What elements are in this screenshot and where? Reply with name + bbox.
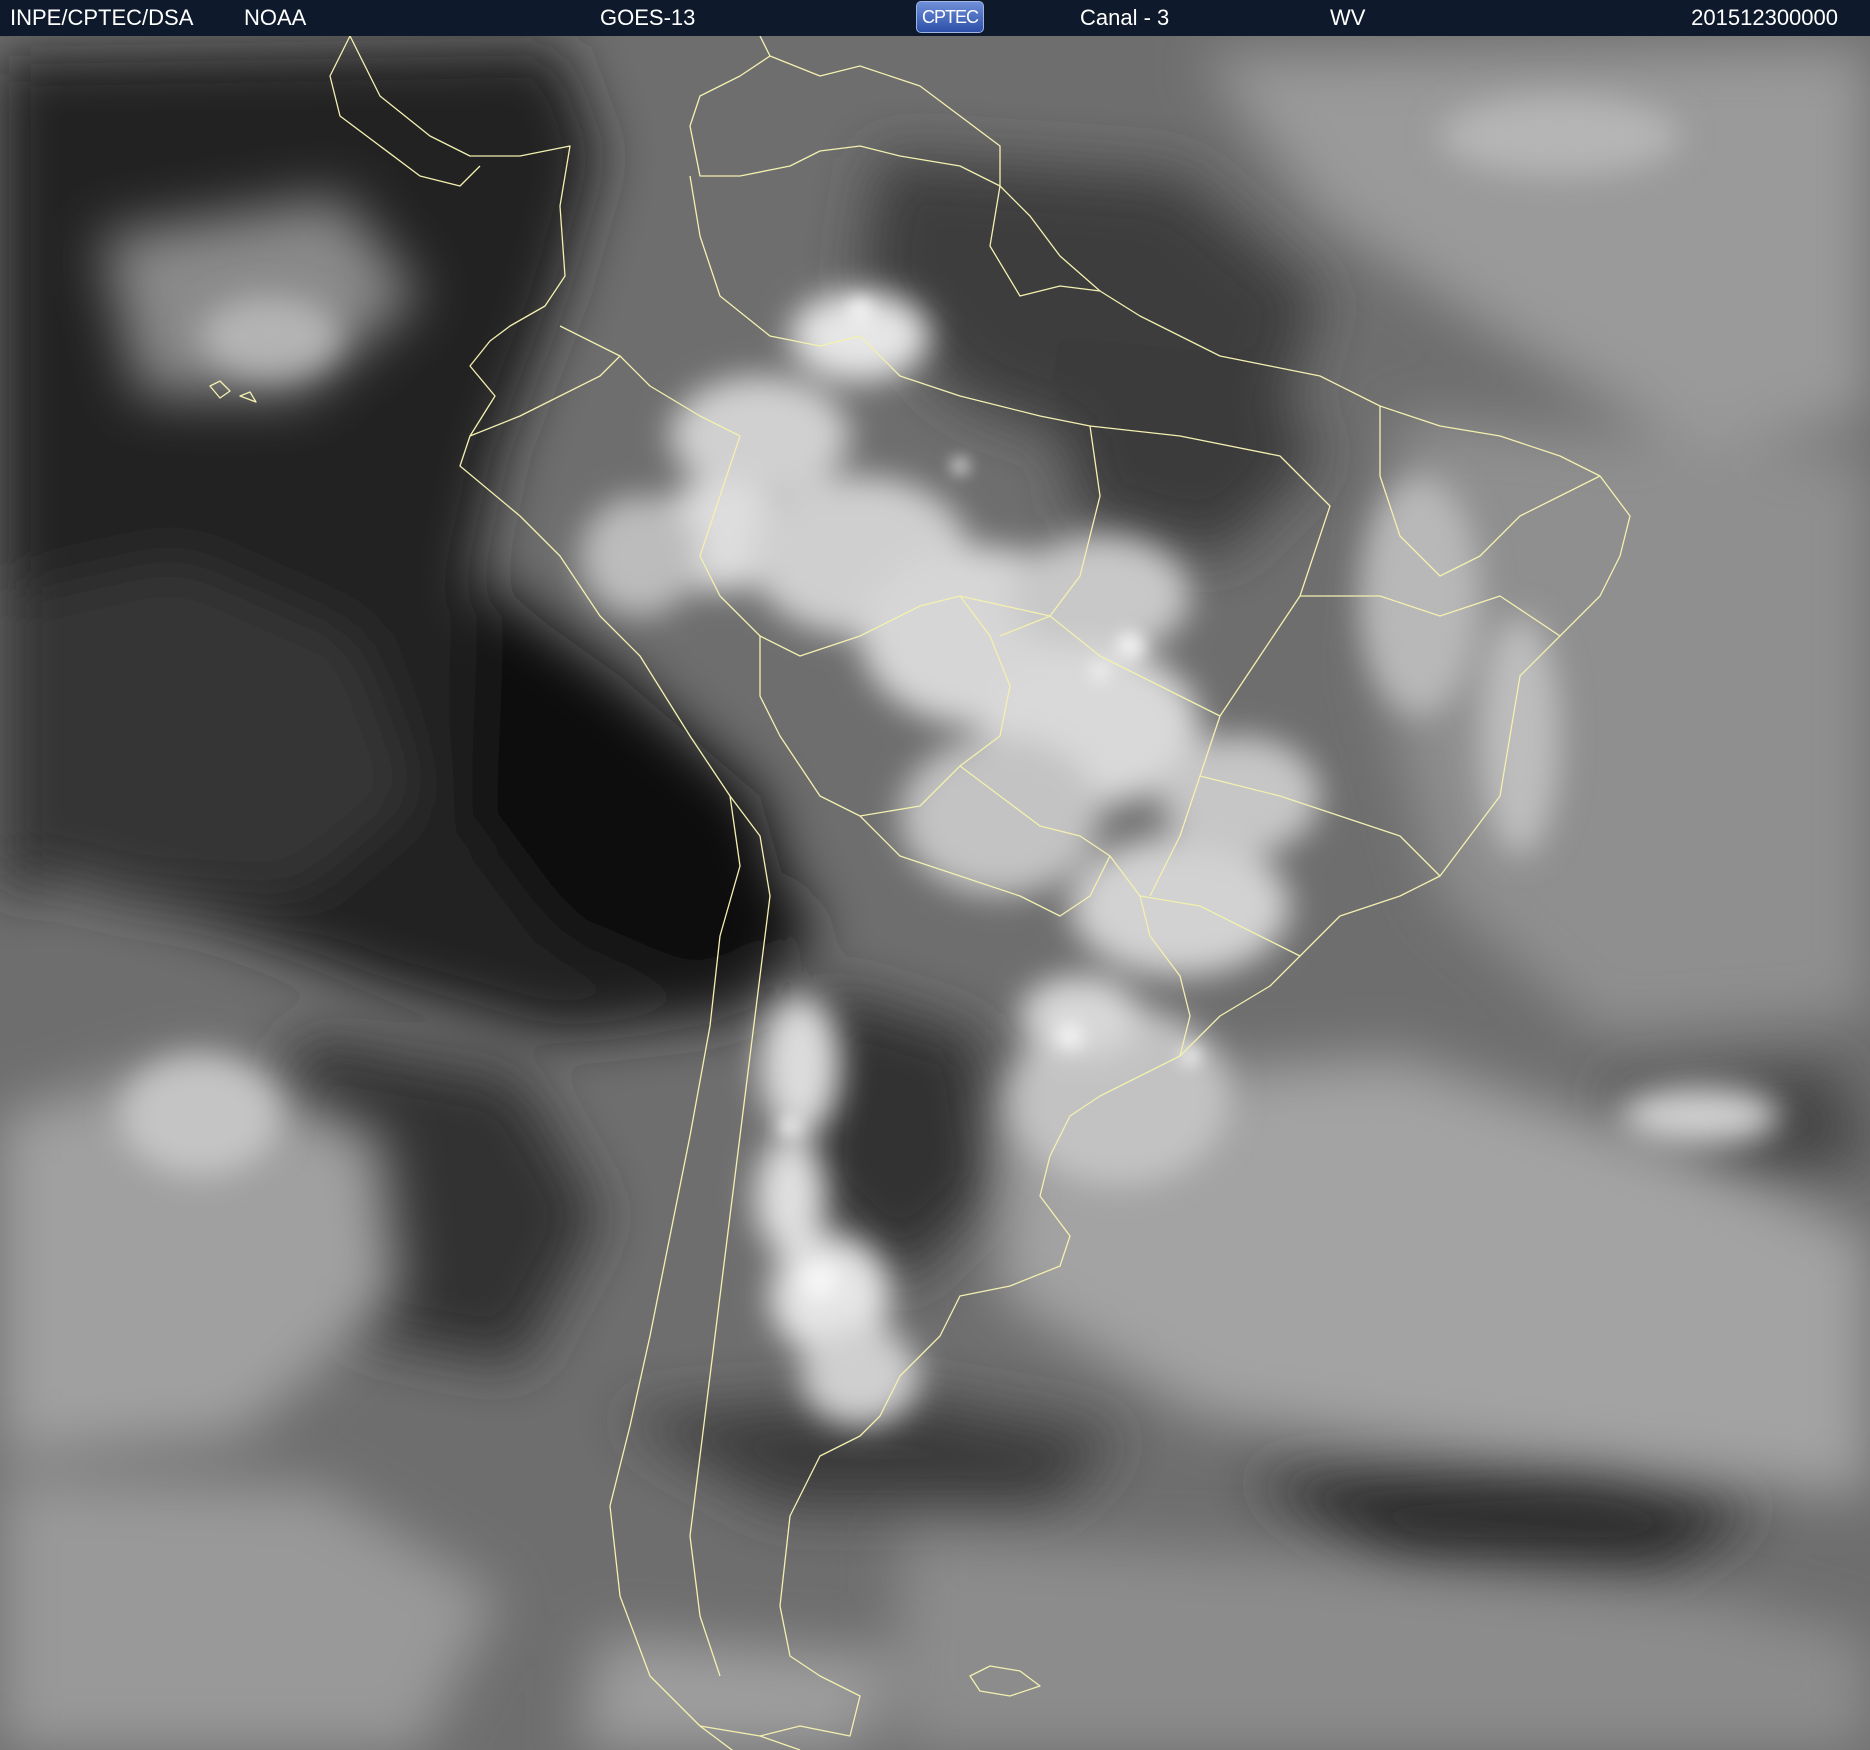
agency-label: NOAA <box>244 5 307 30</box>
band-label: WV <box>1330 5 1366 30</box>
timestamp-label: 201512300000 <box>1691 5 1838 30</box>
satellite-label: GOES-13 <box>600 5 696 30</box>
organization-label: INPE/CPTEC/DSA <box>10 5 194 30</box>
header-bar: INPE/CPTEC/DSA NOAA GOES-13 CPTEC Canal … <box>0 0 1870 36</box>
channel-label: Canal - 3 <box>1080 5 1170 30</box>
cptec-logo: CPTEC <box>916 1 984 33</box>
satellite-image <box>0 36 1870 1750</box>
logo-text: CPTEC <box>921 7 979 27</box>
